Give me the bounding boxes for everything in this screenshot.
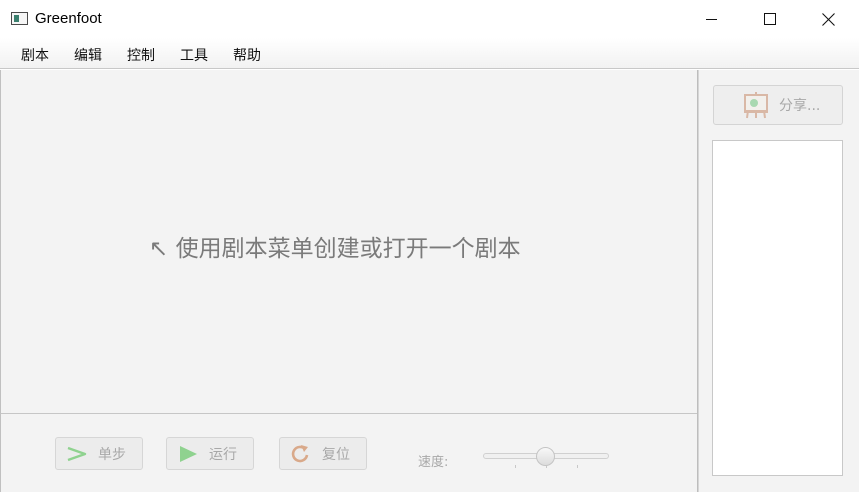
reset-icon — [291, 444, 309, 462]
reset-button[interactable]: 复位 — [279, 437, 367, 470]
greenfoot-app-icon — [11, 12, 28, 25]
maximize-button[interactable] — [741, 0, 799, 38]
run-label: 运行 — [209, 446, 237, 463]
close-icon — [821, 12, 835, 26]
close-button[interactable] — [799, 0, 857, 38]
run-button[interactable]: 运行 — [166, 437, 254, 470]
maximize-icon — [764, 13, 776, 25]
side-panel-area: 分享... — [699, 70, 859, 492]
easel-share-icon — [744, 92, 768, 119]
speed-slider-thumb[interactable] — [536, 447, 555, 466]
speed-slider-tick — [515, 465, 516, 468]
menu-help[interactable]: 帮助 — [232, 45, 262, 65]
step-arrow-icon — [67, 446, 87, 461]
menu-tools[interactable]: 工具 — [179, 45, 209, 65]
world-area: ↖ 使用剧本菜单创建或打开一个剧本 — [0, 70, 697, 413]
empty-scenario-hint: ↖ 使用剧本菜单创建或打开一个剧本 — [149, 236, 521, 262]
menu-edit[interactable]: 编辑 — [73, 45, 103, 65]
step-label: 单步 — [98, 446, 126, 463]
play-icon — [180, 445, 197, 462]
execution-controls: 单步 运行 复位 速度: — [0, 413, 697, 492]
step-button[interactable]: 单步 — [55, 437, 143, 470]
share-label: 分享... — [779, 98, 821, 114]
minimize-icon — [706, 19, 717, 20]
speed-slider-tick — [577, 465, 578, 468]
title-bar: Greenfoot — [0, 0, 859, 38]
window-title: Greenfoot — [35, 10, 102, 27]
minimize-button[interactable] — [683, 0, 741, 38]
menu-scenario[interactable]: 剧本 — [20, 45, 50, 65]
share-button[interactable]: 分享... — [713, 85, 843, 125]
speed-label: 速度: — [418, 455, 449, 470]
class-diagram-panel[interactable] — [712, 140, 843, 476]
menu-bar: 剧本 编辑 控制 工具 帮助 — [0, 38, 859, 69]
menu-controls[interactable]: 控制 — [126, 45, 156, 65]
reset-label: 复位 — [322, 446, 350, 463]
